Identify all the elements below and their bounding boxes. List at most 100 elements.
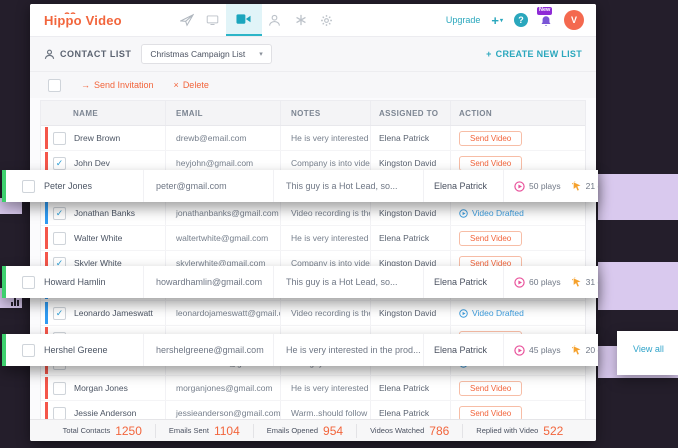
contact-name: Peter Jones [44, 181, 92, 191]
plays-count: 50 plays [529, 181, 561, 191]
column-header-name[interactable]: NAME [41, 101, 166, 125]
plays-stat: 60 plays [514, 277, 561, 288]
row-checkbox[interactable]: ✓ [53, 157, 66, 170]
row-checkbox[interactable]: ✓ [53, 307, 66, 320]
contact-email: hershelgreene@gmail.com [156, 345, 264, 355]
table-row[interactable]: Jessie Anderson jessieanderson@gmail.com… [41, 401, 585, 420]
contact-email: heyjohn@gmail.com [176, 158, 253, 168]
cursor-click-icon [572, 345, 582, 356]
contact-email: jessieanderson@gmail.com [176, 408, 281, 418]
assigned-to: Elena Patrick [434, 277, 487, 287]
table-row[interactable]: ✓ Leonardo Jameswatt leonardojameswatt@g… [41, 301, 585, 326]
row-status-stripe [45, 202, 48, 224]
assigned-to: Kingston David [379, 308, 436, 318]
stat-label: Emails Opened [267, 426, 318, 435]
highlighted-contact-row[interactable]: Howard Hamlin howardhamlin@gmail.com Thi… [2, 266, 598, 298]
new-badge: New [537, 7, 552, 15]
contact-notes: Video recording is the mai... [291, 208, 371, 218]
check-icon: ✓ [56, 209, 64, 218]
contact-notes: Video recording is the mai... [291, 308, 371, 318]
send-video-button[interactable]: Send Video [459, 231, 522, 246]
clicks-count: 31 clicks [586, 277, 598, 287]
clicks-count: 20 clicks [586, 345, 598, 355]
table-row[interactable]: Walter White waltertwhite@gmail.com He i… [41, 226, 585, 251]
row-checkbox[interactable] [53, 232, 66, 245]
contact-notes: Warm..should follow up so... [291, 408, 371, 418]
plays-stat: 45 plays [514, 345, 561, 356]
delete-button[interactable]: × Delete [174, 80, 209, 90]
hippo-ears-decoration [64, 9, 76, 14]
column-header-assigned-to[interactable]: ASSIGNED TO [371, 101, 451, 125]
create-plus-dropdown[interactable]: +▾ [491, 13, 503, 28]
create-new-list-button[interactable]: + CREATE NEW LIST [486, 49, 582, 59]
top-navbar: Hippo Video Upgrade +▾ ? New V [30, 4, 596, 37]
contacts-icon[interactable] [262, 4, 288, 36]
stat-value: 786 [429, 424, 449, 438]
row-checkbox[interactable] [53, 407, 66, 420]
table-row[interactable]: ✓ Jonathan Banks jonathanbanks@gmail.com… [41, 201, 585, 226]
table-row[interactable]: Morgan Jones morganjones@gmail.com He is… [41, 376, 585, 401]
play-circle-icon [514, 181, 525, 192]
row-status-stripe [45, 377, 48, 399]
nav-right-group: Upgrade +▾ ? New V [446, 10, 584, 30]
row-checkbox[interactable] [22, 276, 35, 289]
row-status-stripe [45, 227, 48, 249]
view-all-link[interactable]: View all [633, 344, 664, 354]
chevron-down-icon: ▾ [259, 50, 263, 58]
column-header-email[interactable]: EMAIL [166, 101, 281, 125]
stat-value: 1104 [214, 424, 240, 438]
screen-icon[interactable] [200, 4, 226, 36]
play-circle-icon [459, 309, 468, 318]
contact-name: Jonathan Banks [74, 208, 135, 218]
assigned-to: Elena Patrick [379, 233, 429, 243]
assigned-to: Kingston David [379, 158, 436, 168]
check-icon: ✓ [56, 159, 64, 168]
assigned-to: Elena Patrick [379, 383, 429, 393]
contact-email: waltertwhite@gmail.com [176, 233, 268, 243]
play-circle-icon [459, 209, 468, 218]
contact-name: Walter White [74, 233, 122, 243]
bell-icon [540, 14, 552, 28]
send-invitation-button[interactable]: → Send Invitation [81, 80, 154, 90]
video-drafted-status[interactable]: Video Drafted [459, 208, 524, 218]
column-header-notes[interactable]: NOTES [281, 101, 371, 125]
contact-email: drewb@email.com [176, 133, 247, 143]
notifications-bell[interactable]: New [539, 12, 553, 28]
send-video-button[interactable]: Send Video [459, 156, 522, 171]
video-camera-icon[interactable] [226, 4, 262, 36]
row-checkbox[interactable] [22, 344, 35, 357]
send-video-button[interactable]: Send Video [459, 131, 522, 146]
app-window: Hippo Video Upgrade +▾ ? New V [30, 4, 596, 441]
select-all-checkbox[interactable] [48, 79, 61, 92]
row-checkbox[interactable]: ✓ [53, 207, 66, 220]
upgrade-link[interactable]: Upgrade [446, 15, 481, 25]
video-drafted-status[interactable]: Video Drafted [459, 308, 524, 318]
assigned-to: Elena Patrick [379, 408, 429, 418]
avatar[interactable]: V [564, 10, 584, 30]
clicks-count: 21 clicks [586, 181, 598, 191]
send-video-button[interactable]: Send Video [459, 406, 522, 421]
column-header-action[interactable]: ACTION [451, 101, 585, 125]
highlighted-contact-row[interactable]: Hershel Greene hershelgreene@gmail.com H… [2, 334, 598, 366]
row-checkbox[interactable] [53, 132, 66, 145]
table-row[interactable]: Drew Brown drewb@email.com He is very in… [41, 126, 585, 151]
lavender-decoration [598, 262, 678, 310]
create-new-list-label: CREATE NEW LIST [496, 49, 582, 59]
list-select-dropdown[interactable]: Christmas Campaign List ▾ [141, 44, 271, 64]
hippo-video-logo[interactable]: Hippo Video [44, 13, 122, 28]
row-checkbox[interactable] [22, 180, 35, 193]
contact-notes: Company is into video produ... [291, 158, 371, 168]
highlighted-contact-row[interactable]: Peter Jones peter@gmail.com This guy is … [2, 170, 598, 202]
contact-name: Jessie Anderson [74, 408, 136, 418]
row-checkbox[interactable] [53, 382, 66, 395]
contact-email: leonardojameswatt@gmail.com [176, 308, 281, 318]
settings-gear-icon[interactable] [314, 4, 340, 36]
send-video-button[interactable]: Send Video [459, 381, 522, 396]
apps-icon[interactable] [288, 4, 314, 36]
contact-name: Drew Brown [74, 133, 120, 143]
view-all-popover: View all [617, 331, 678, 375]
cursor-click-icon [572, 181, 582, 192]
paper-plane-icon[interactable] [174, 4, 200, 36]
help-icon[interactable]: ? [514, 13, 528, 27]
stat-value: 954 [323, 424, 343, 438]
